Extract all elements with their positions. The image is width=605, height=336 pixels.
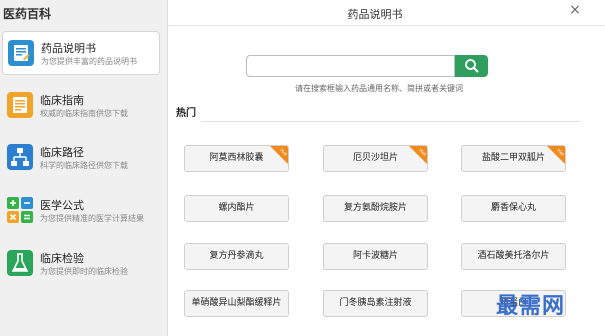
sidebar-item-clinical-guide[interactable]: 临床指南 权威的临床指南供您下载	[2, 84, 160, 128]
hot-badge: Hot	[270, 146, 288, 164]
drug-button-label: 酒石酸美托洛尔片	[477, 251, 550, 261]
sidebar-item-label: 临床检验	[40, 252, 84, 265]
drug-button-label: 门冬胰岛素注射液	[339, 298, 412, 308]
drug-button-label: 厄贝沙坦片	[352, 153, 398, 163]
drug-button-label: 麝香保心丸	[490, 203, 536, 213]
drug-button[interactable]: 复方氨酚烷胺片	[323, 195, 428, 222]
search-button[interactable]	[455, 55, 488, 77]
flask-icon	[7, 250, 33, 276]
drug-button[interactable]: 麝香保心丸	[461, 195, 566, 222]
sidebar-item-label: 医学公式	[40, 199, 84, 212]
drug-button-label: 复方丹参滴丸	[209, 251, 264, 261]
divider	[169, 25, 605, 26]
divider	[201, 121, 581, 122]
drug-button[interactable]: 复方丹参滴丸	[184, 243, 289, 270]
sidebar-item-description: 为您提供精准的医学计算结果	[40, 214, 144, 223]
drug-button-label: 螺内酯片	[218, 203, 255, 213]
search-input[interactable]	[246, 55, 455, 77]
sidebar-item-clinical-test[interactable]: 临床检验 为您提供即时的临床检验	[2, 242, 160, 286]
hot-badge: Hot	[547, 146, 565, 164]
drug-button-label: 复方氨酚烷胺片	[343, 203, 407, 213]
document-icon	[8, 40, 34, 66]
sidebar-item-label: 药品说明书	[41, 42, 96, 55]
drug-button[interactable]: 阿莫西林胶囊 Hot	[184, 145, 289, 172]
sidebar-item-description: 为您提供即时的临床检验	[40, 267, 128, 276]
drug-button[interactable]: 螺内酯片	[184, 195, 289, 222]
sidebar-item-description: 权威的临床指南供您下载	[40, 109, 128, 118]
search-hint: 请在搜索框输入药品通用名称、简拼或者关键词	[295, 84, 463, 93]
sidebar-item-description: 科学的临床路径供您下载	[40, 161, 128, 170]
sidebar: 医药百科 药品说明书 为您提供丰富的药品说明书 临床指南 权威的临床指南供您下载…	[0, 0, 168, 336]
drug-button-label: 盐酸二甲双胍片	[481, 153, 545, 163]
watermark: 最需网	[496, 293, 566, 319]
hot-badge: Hot	[409, 146, 427, 164]
formula-icon	[7, 197, 33, 223]
page-title: 药品说明书	[347, 8, 403, 21]
drug-button[interactable]: 阿卡波糖片	[323, 243, 428, 270]
close-button[interactable]: ×	[567, 1, 583, 19]
app-title: 医药百科	[3, 7, 52, 21]
sidebar-item-description: 为您提供丰富的药品说明书	[41, 57, 137, 66]
sidebar-item-label: 临床路径	[40, 146, 84, 159]
search-icon	[465, 59, 479, 73]
section-heading-hot: 热门	[176, 108, 196, 119]
drug-button[interactable]: 厄贝沙坦片 Hot	[323, 145, 428, 172]
drug-button[interactable]: 单硝酸异山梨酯缓释片	[184, 290, 289, 317]
sidebar-item-medical-formula[interactable]: 医学公式 为您提供精准的医学计算结果	[2, 189, 160, 233]
guide-icon	[7, 92, 33, 118]
drug-button[interactable]: 门冬胰岛素注射液	[323, 290, 428, 317]
drug-button[interactable]: 酒石酸美托洛尔片	[461, 243, 566, 270]
main-panel: 药品说明书 × 请在搜索框输入药品通用名称、简拼或者关键词 热门 阿莫西林胶囊 …	[169, 0, 605, 336]
drug-button-label: 阿莫西林胶囊	[209, 153, 264, 163]
drug-button-label: 单硝酸异山梨酯缓释片	[191, 298, 282, 308]
drug-button[interactable]: 盐酸二甲双胍片 Hot	[461, 145, 566, 172]
sidebar-item-clinical-pathway[interactable]: 临床路径 科学的临床路径供您下载	[2, 136, 160, 180]
sidebar-item-label: 临床指南	[40, 94, 84, 107]
sidebar-item-drug-manual[interactable]: 药品说明书 为您提供丰富的药品说明书	[2, 31, 160, 75]
drug-button-label: 阿卡波糖片	[352, 251, 398, 261]
flowchart-icon	[7, 144, 33, 170]
